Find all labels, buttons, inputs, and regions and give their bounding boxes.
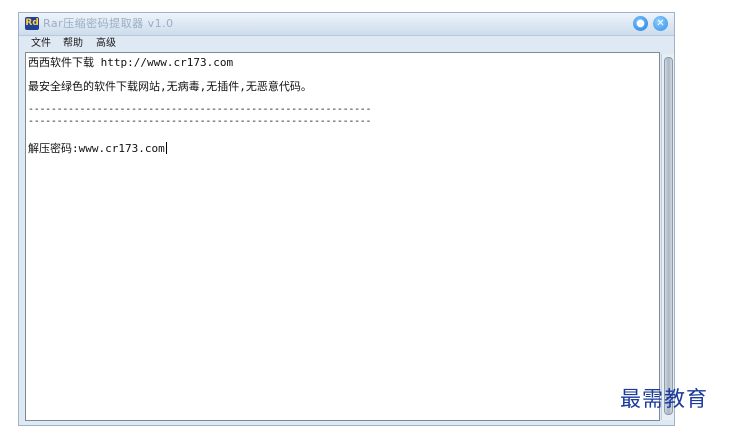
editor-line: 最安全绿色的软件下载网站,无病毒,无插件,无恶意代码。 bbox=[28, 80, 312, 93]
menu-bar: 文件 帮助 高级 bbox=[19, 36, 674, 51]
close-button[interactable]: ✕ bbox=[653, 16, 668, 31]
close-icon: ✕ bbox=[656, 18, 665, 29]
menu-file[interactable]: 文件 bbox=[31, 37, 51, 50]
skin-button[interactable]: ● bbox=[633, 16, 648, 31]
title-bar[interactable]: Rd Rar压缩密码提取器 v1.0 ● ✕ bbox=[19, 13, 674, 36]
password-text: 解压密码:www.cr173.com bbox=[28, 142, 165, 155]
text-editor[interactable]: 西西软件下载 http://www.cr173.com 最安全绿色的软件下载网站… bbox=[25, 52, 660, 421]
window-title: Rar压缩密码提取器 v1.0 bbox=[43, 17, 174, 30]
watermark-text: 最需教育 bbox=[620, 387, 708, 411]
scrollbar-thumb[interactable] bbox=[664, 57, 673, 415]
vertical-scrollbar[interactable] bbox=[661, 54, 674, 420]
editor-line-password: 解压密码:www.cr173.com bbox=[28, 142, 167, 156]
separator-line: ----------------------------------------… bbox=[28, 116, 372, 127]
app-logo-icon: Rd bbox=[25, 17, 39, 30]
shirt-icon: ● bbox=[636, 18, 645, 29]
app-window: Rd Rar压缩密码提取器 v1.0 ● ✕ 文件 帮助 高级 西西软件下载 h… bbox=[18, 12, 675, 426]
text-caret bbox=[165, 142, 167, 154]
menu-help[interactable]: 帮助 bbox=[63, 37, 83, 50]
menu-advanced[interactable]: 高级 bbox=[96, 37, 116, 50]
editor-line: 西西软件下载 http://www.cr173.com bbox=[28, 56, 234, 69]
